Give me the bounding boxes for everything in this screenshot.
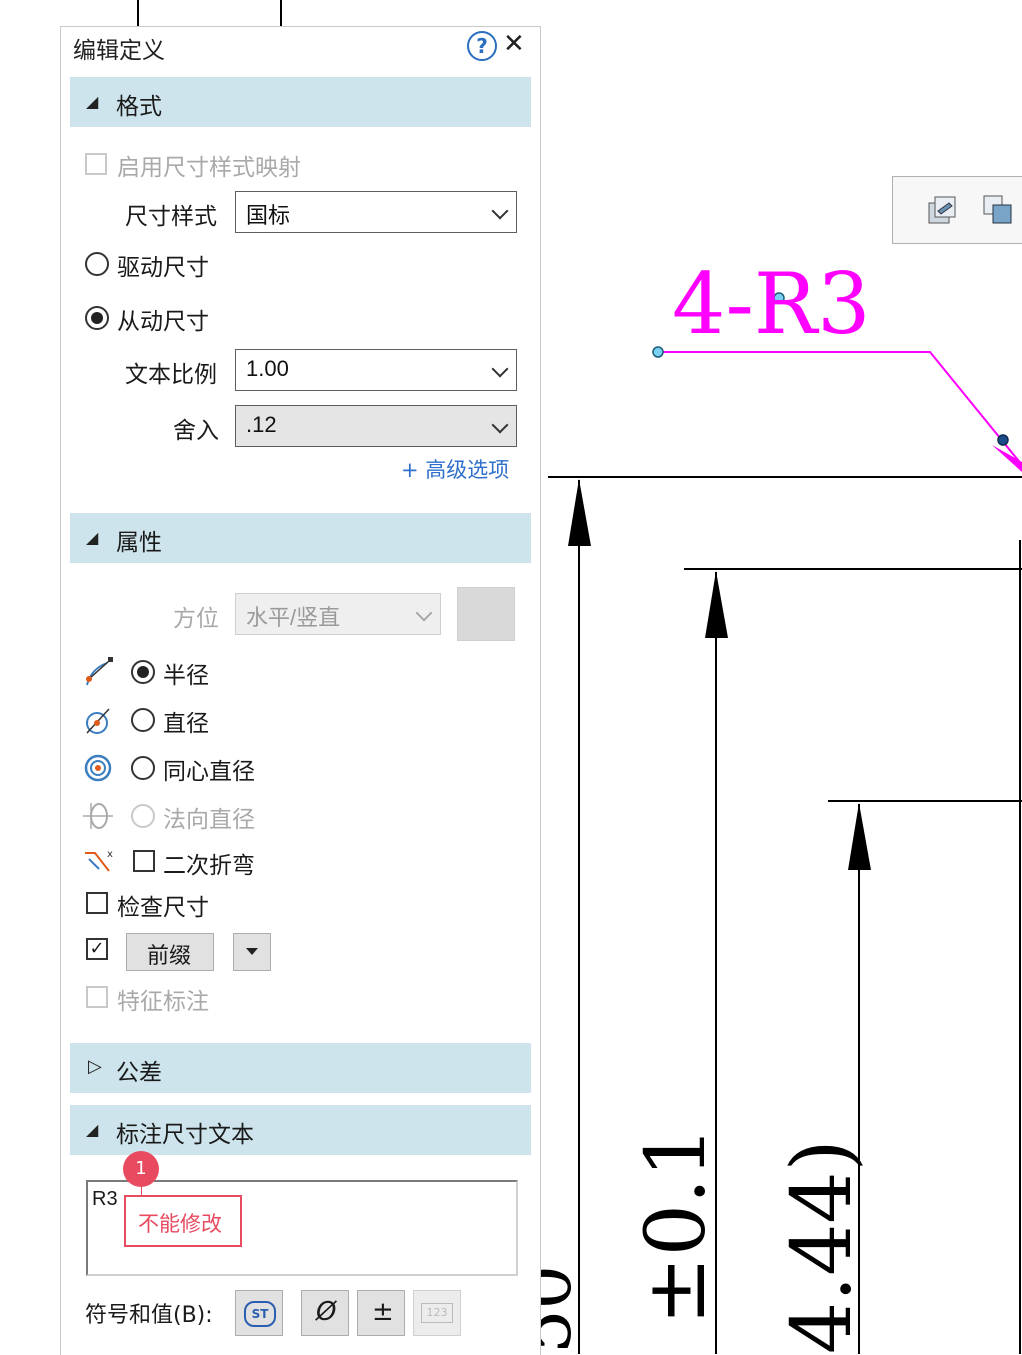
normal-diameter-radio[interactable] bbox=[131, 804, 155, 828]
second-bend-label: 二次折弯 bbox=[163, 853, 255, 879]
copy-icon[interactable] bbox=[981, 193, 1015, 227]
symbol-st-button[interactable]: ST bbox=[235, 1290, 283, 1336]
radius-icon bbox=[86, 657, 113, 686]
dim-style-select[interactable]: 国标 bbox=[235, 191, 517, 233]
floating-toolbar bbox=[892, 176, 1022, 244]
orientation-value: 水平/竖直 bbox=[246, 605, 341, 630]
symbols-label: 符号和值(B): bbox=[85, 1303, 213, 1328]
collapse-triangle-icon: ◢ bbox=[86, 1120, 99, 1139]
diameter-radio[interactable] bbox=[131, 708, 155, 732]
rounding-label: 舍入 bbox=[173, 418, 219, 444]
prefix-dropdown-button[interactable] bbox=[233, 933, 271, 971]
chevron-down-icon bbox=[491, 416, 509, 434]
driven-dim-radio[interactable] bbox=[85, 306, 109, 330]
driven-dim-label: 从动尺寸 bbox=[117, 309, 209, 335]
annotation-text[interactable]: 4-R3 bbox=[672, 254, 871, 354]
chevron-down-icon bbox=[491, 202, 509, 220]
rounding-select[interactable]: .12 bbox=[235, 405, 517, 447]
section-format-header[interactable]: ◢ 格式 bbox=[70, 77, 531, 127]
radius-label: 半径 bbox=[163, 663, 209, 689]
diameter-label: 直径 bbox=[163, 711, 209, 737]
st-icon: ST bbox=[244, 1301, 276, 1327]
section-dim-text-header[interactable]: ◢ 标注尺寸文本 bbox=[70, 1105, 531, 1155]
enable-mapping-checkbox[interactable] bbox=[85, 153, 107, 175]
symbol-diameter-button[interactable]: Ø bbox=[301, 1290, 349, 1336]
section-label: 属性 bbox=[116, 530, 162, 556]
edit-style-icon[interactable] bbox=[925, 193, 959, 227]
dim-text-value: R3 bbox=[92, 1188, 118, 1210]
text-scale-label: 文本比例 bbox=[125, 362, 217, 388]
prefix-button[interactable]: 前缀 bbox=[126, 933, 214, 971]
prefix-button-label: 前缀 bbox=[147, 944, 192, 969]
check-dim-checkbox[interactable] bbox=[86, 892, 108, 914]
second-bend-checkbox[interactable] bbox=[133, 850, 155, 872]
orientation-button[interactable] bbox=[457, 587, 515, 641]
dim-text-value: 4.44) bbox=[775, 1139, 870, 1354]
arrowhead bbox=[568, 479, 591, 546]
text-scale-value: 1.00 bbox=[246, 356, 289, 381]
help-icon[interactable]: ? bbox=[467, 31, 497, 61]
text-field-icon: 123 bbox=[421, 1303, 453, 1323]
driving-dim-radio[interactable] bbox=[85, 252, 109, 276]
chevron-down-icon bbox=[491, 360, 509, 378]
concentric-diameter-radio[interactable] bbox=[131, 756, 155, 780]
diameter-symbol-icon: Ø bbox=[316, 1297, 337, 1327]
normal-diameter-label: 法向直径 bbox=[163, 807, 255, 833]
advanced-options-link[interactable]: + 高级选项 bbox=[401, 454, 509, 484]
dialog-title: 编辑定义 bbox=[73, 38, 165, 64]
close-icon[interactable]: ✕ bbox=[503, 29, 525, 59]
expand-triangle-icon: ▷ bbox=[88, 1056, 102, 1077]
annotation-badge: 1 bbox=[123, 1151, 159, 1187]
collapse-triangle-icon: ◢ bbox=[86, 92, 99, 111]
collapse-triangle-icon: ◢ bbox=[86, 528, 99, 547]
grip-handle[interactable] bbox=[997, 434, 1009, 446]
orientation-label: 方位 bbox=[173, 606, 219, 632]
normal-diameter-icon bbox=[83, 803, 113, 829]
grip-handle[interactable] bbox=[652, 346, 664, 358]
dim-style-label: 尺寸样式 bbox=[125, 204, 217, 230]
text-scale-select[interactable]: 1.00 bbox=[235, 349, 517, 391]
concentric-diameter-label: 同心直径 bbox=[163, 759, 255, 785]
plusminus-icon: ± bbox=[372, 1297, 394, 1327]
prefix-checkbox[interactable]: ✓ bbox=[86, 938, 108, 960]
warning-text: 不能修改 bbox=[138, 1212, 222, 1236]
feature-label-checkbox[interactable] bbox=[86, 986, 108, 1008]
dropdown-arrow-icon bbox=[246, 948, 258, 955]
feature-label-label: 特征标注 bbox=[117, 989, 209, 1015]
section-properties-header[interactable]: ◢ 属性 bbox=[70, 513, 531, 563]
section-label: 公差 bbox=[116, 1060, 162, 1086]
concentric-diameter-icon bbox=[84, 754, 112, 782]
radius-radio[interactable] bbox=[131, 660, 155, 684]
second-bend-icon: x bbox=[85, 849, 113, 872]
orientation-select[interactable]: 水平/竖直 bbox=[235, 593, 441, 635]
section-tolerance-header[interactable]: ▷ 公差 bbox=[70, 1043, 531, 1093]
symbol-text-button[interactable]: 123 bbox=[413, 1290, 461, 1336]
dim-text-tolerance: ±0.1 bbox=[629, 1126, 724, 1325]
leader-line bbox=[658, 351, 1022, 466]
check-dim-label: 检查尺寸 bbox=[117, 895, 209, 921]
rounding-value: .12 bbox=[246, 412, 277, 437]
dim-style-value: 国标 bbox=[246, 203, 291, 228]
symbol-plusminus-button[interactable]: ± bbox=[357, 1290, 405, 1336]
enable-mapping-label: 启用尺寸样式映射 bbox=[117, 155, 301, 181]
driving-dim-label: 驱动尺寸 bbox=[117, 255, 209, 281]
arrowhead bbox=[705, 571, 728, 638]
svg-text:x: x bbox=[107, 849, 113, 860]
arrowhead bbox=[848, 803, 871, 870]
chevron-down-icon bbox=[415, 604, 433, 622]
section-label: 标注尺寸文本 bbox=[116, 1122, 254, 1148]
diameter-icon bbox=[86, 708, 110, 734]
warning-callout: 不能修改 bbox=[124, 1195, 242, 1247]
edit-definition-dialog: 编辑定义 ? ✕ ◢ 格式 启用尺寸样式映射 尺寸样式 国标 驱动尺寸 从动尺寸… bbox=[60, 26, 541, 1355]
section-label: 格式 bbox=[116, 94, 162, 120]
